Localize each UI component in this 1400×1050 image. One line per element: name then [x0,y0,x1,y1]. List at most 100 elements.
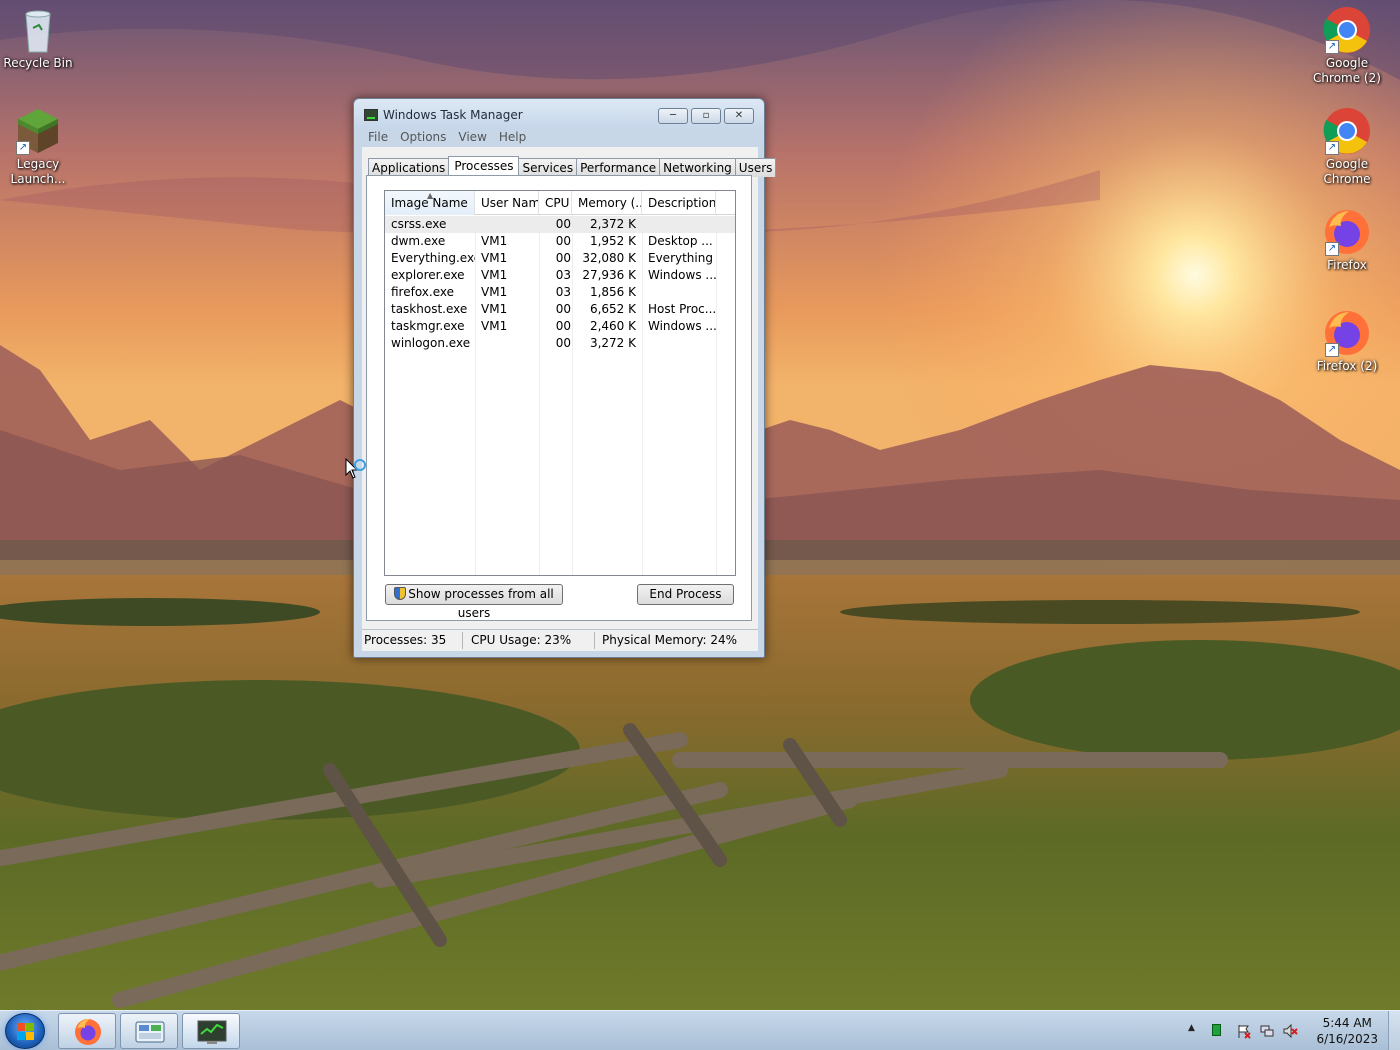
maximize-button[interactable]: ▫ [691,108,721,124]
process-list-header: ▲ Image Name User Name CPU Memory (... D… [385,191,735,215]
window-titlebar[interactable]: Windows Task Manager ─ ▫ ✕ [354,99,764,129]
shortcut-arrow-icon: ↗ [16,141,30,155]
start-button[interactable] [5,1013,45,1049]
end-process-button[interactable]: End Process [637,584,734,605]
cell-description [648,216,718,233]
taskbar-task-manager-button[interactable] [182,1013,240,1049]
table-row[interactable]: taskmgr.exe VM1 00 2,460 K Windows ... [385,318,735,335]
cell-user-name: VM1 [481,234,508,248]
cell-description: Everything [648,251,713,265]
column-header-memory[interactable]: Memory (... [572,191,642,215]
table-row[interactable]: dwm.exe VM1 00 1,952 K Desktop ... [385,233,735,250]
column-header-description[interactable]: Description [642,191,716,215]
everything-tray-icon[interactable] [1212,1024,1221,1036]
menu-file[interactable]: File [368,130,388,144]
cell-user-name: VM1 [481,302,508,316]
process-list[interactable]: ▲ Image Name User Name CPU Memory (... D… [384,190,736,576]
cell-user-name [481,335,539,352]
status-processes: Processes: 35 [364,633,447,647]
firefox-icon [75,1019,101,1045]
task-manager-app-icon [364,109,378,121]
minecraft-grass-block-icon: ↗ [14,107,62,155]
task-manager-window[interactable]: Windows Task Manager ─ ▫ ✕ File Options Vi… [353,98,777,658]
cell-image-name: taskmgr.exe [391,319,465,333]
cell-user-name: VM1 [481,319,508,333]
desktop-icon-label: Firefox [1327,258,1367,272]
cell-user-name: VM1 [481,251,508,265]
column-header-image-name[interactable]: ▲ Image Name [385,191,475,215]
cell-cpu: 00 [555,319,571,333]
taskbar-clock[interactable]: 5:44 AM 6/16/2023 [1316,1015,1378,1047]
action-center-flag-icon[interactable] [1236,1023,1252,1042]
cell-image-name: Everything.exe [391,251,475,265]
windows-logo-icon [17,1023,35,1041]
cell-description [648,284,718,301]
taskbar-firefox-button[interactable] [58,1013,116,1049]
status-separator [462,632,463,649]
busy-cursor-icon [345,457,367,484]
table-row[interactable]: csrss.exe 00 2,372 K [385,216,735,233]
cell-memory: 6,652 K [589,302,636,316]
cell-user-name: VM1 [481,268,508,282]
status-cpu-usage: CPU Usage: 23% [471,633,572,647]
cell-cpu: 03 [555,285,571,299]
cell-cpu: 00 [555,302,571,316]
desktop-icon-recycle-bin[interactable]: Recycle Bin [0,6,76,71]
firefox-icon: ↗ [1323,208,1371,256]
desktop-icon-firefox[interactable]: ↗ Firefox [1309,208,1385,273]
uac-shield-icon [394,587,407,600]
taskbar: ▲ 5:44 AM 6/16/2023 [0,1010,1400,1050]
cell-image-name: taskhost.exe [391,302,468,316]
cell-memory: 3,272 K [589,336,636,350]
table-row[interactable]: Everything.exe VM1 00 32,080 K Everythin… [385,250,735,267]
menu-view[interactable]: View [458,130,486,144]
recycle-bin-icon [14,6,62,54]
cell-cpu: 00 [555,234,571,248]
table-row[interactable]: taskhost.exe VM1 00 6,652 K Host Proc... [385,301,735,318]
menu-bar: File Options View Help [368,130,538,146]
shortcut-arrow-icon: ↗ [1325,141,1339,155]
shortcut-arrow-icon: ↗ [1325,242,1339,256]
cell-description: Windows ... [648,268,717,282]
menu-options[interactable]: Options [400,130,446,144]
window-client-area: Applications Processes Services Performance… [362,147,777,629]
status-physical-memory: Physical Memory: 24% [602,633,738,647]
cell-cpu: 00 [555,251,571,265]
cell-memory: 2,460 K [589,319,636,333]
shortcut-arrow-icon: ↗ [1325,343,1339,357]
cell-image-name: explorer.exe [391,268,465,282]
desktop-icon-label: Recycle Bin [3,56,73,70]
task-manager-icon [197,1020,227,1044]
menu-help[interactable]: Help [499,130,526,144]
desktop-icon-google-chrome[interactable]: ↗ Google Chrome [1309,107,1385,187]
table-row[interactable]: winlogon.exe 00 3,272 K [385,335,735,352]
desktop-icon-label: Google Chrome (2) [1313,56,1381,85]
desktop-icon-google-chrome-2[interactable]: ↗ Google Chrome (2) [1309,6,1385,86]
chrome-icon: ↗ [1323,107,1371,155]
cell-image-name: csrss.exe [391,217,447,231]
cell-image-name: firefox.exe [391,285,455,299]
cell-description: Host Proc... [648,302,717,316]
table-row[interactable]: firefox.exe VM1 03 1,856 K [385,284,735,301]
window-title: Windows Task Manager [383,108,523,122]
control-panel-icon [135,1021,165,1043]
sort-ascending-icon: ▲ [427,191,434,200]
volume-muted-icon[interactable] [1282,1023,1298,1042]
cell-memory: 27,936 K [582,268,636,282]
show-hidden-icons-button[interactable]: ▲ [1188,1023,1195,1033]
table-row[interactable]: explorer.exe VM1 03 27,936 K Windows ... [385,267,735,284]
cell-image-name: dwm.exe [391,234,446,248]
desktop-icon-legacy-launcher[interactable]: ↗ Legacy Launch... [0,107,76,187]
show-processes-all-users-button[interactable]: Show processes from all users [385,584,563,620]
column-header-cpu[interactable]: CPU [539,191,572,215]
desktop-icon-label: Firefox (2) [1316,359,1378,373]
cell-user-name: VM1 [481,285,508,299]
minimize-button[interactable]: ─ [658,108,688,124]
desktop-icon-firefox-2[interactable]: ↗ Firefox (2) [1309,309,1385,374]
close-button[interactable]: ✕ [724,108,754,124]
taskbar-control-panel-button[interactable] [120,1013,178,1049]
network-icon[interactable] [1259,1023,1275,1042]
column-header-user-name[interactable]: User Name [475,191,539,215]
process-list-body: csrss.exe 00 2,372 K dwm.exe VM1 00 1,95… [385,216,735,352]
show-desktop-button[interactable] [1388,1011,1400,1050]
